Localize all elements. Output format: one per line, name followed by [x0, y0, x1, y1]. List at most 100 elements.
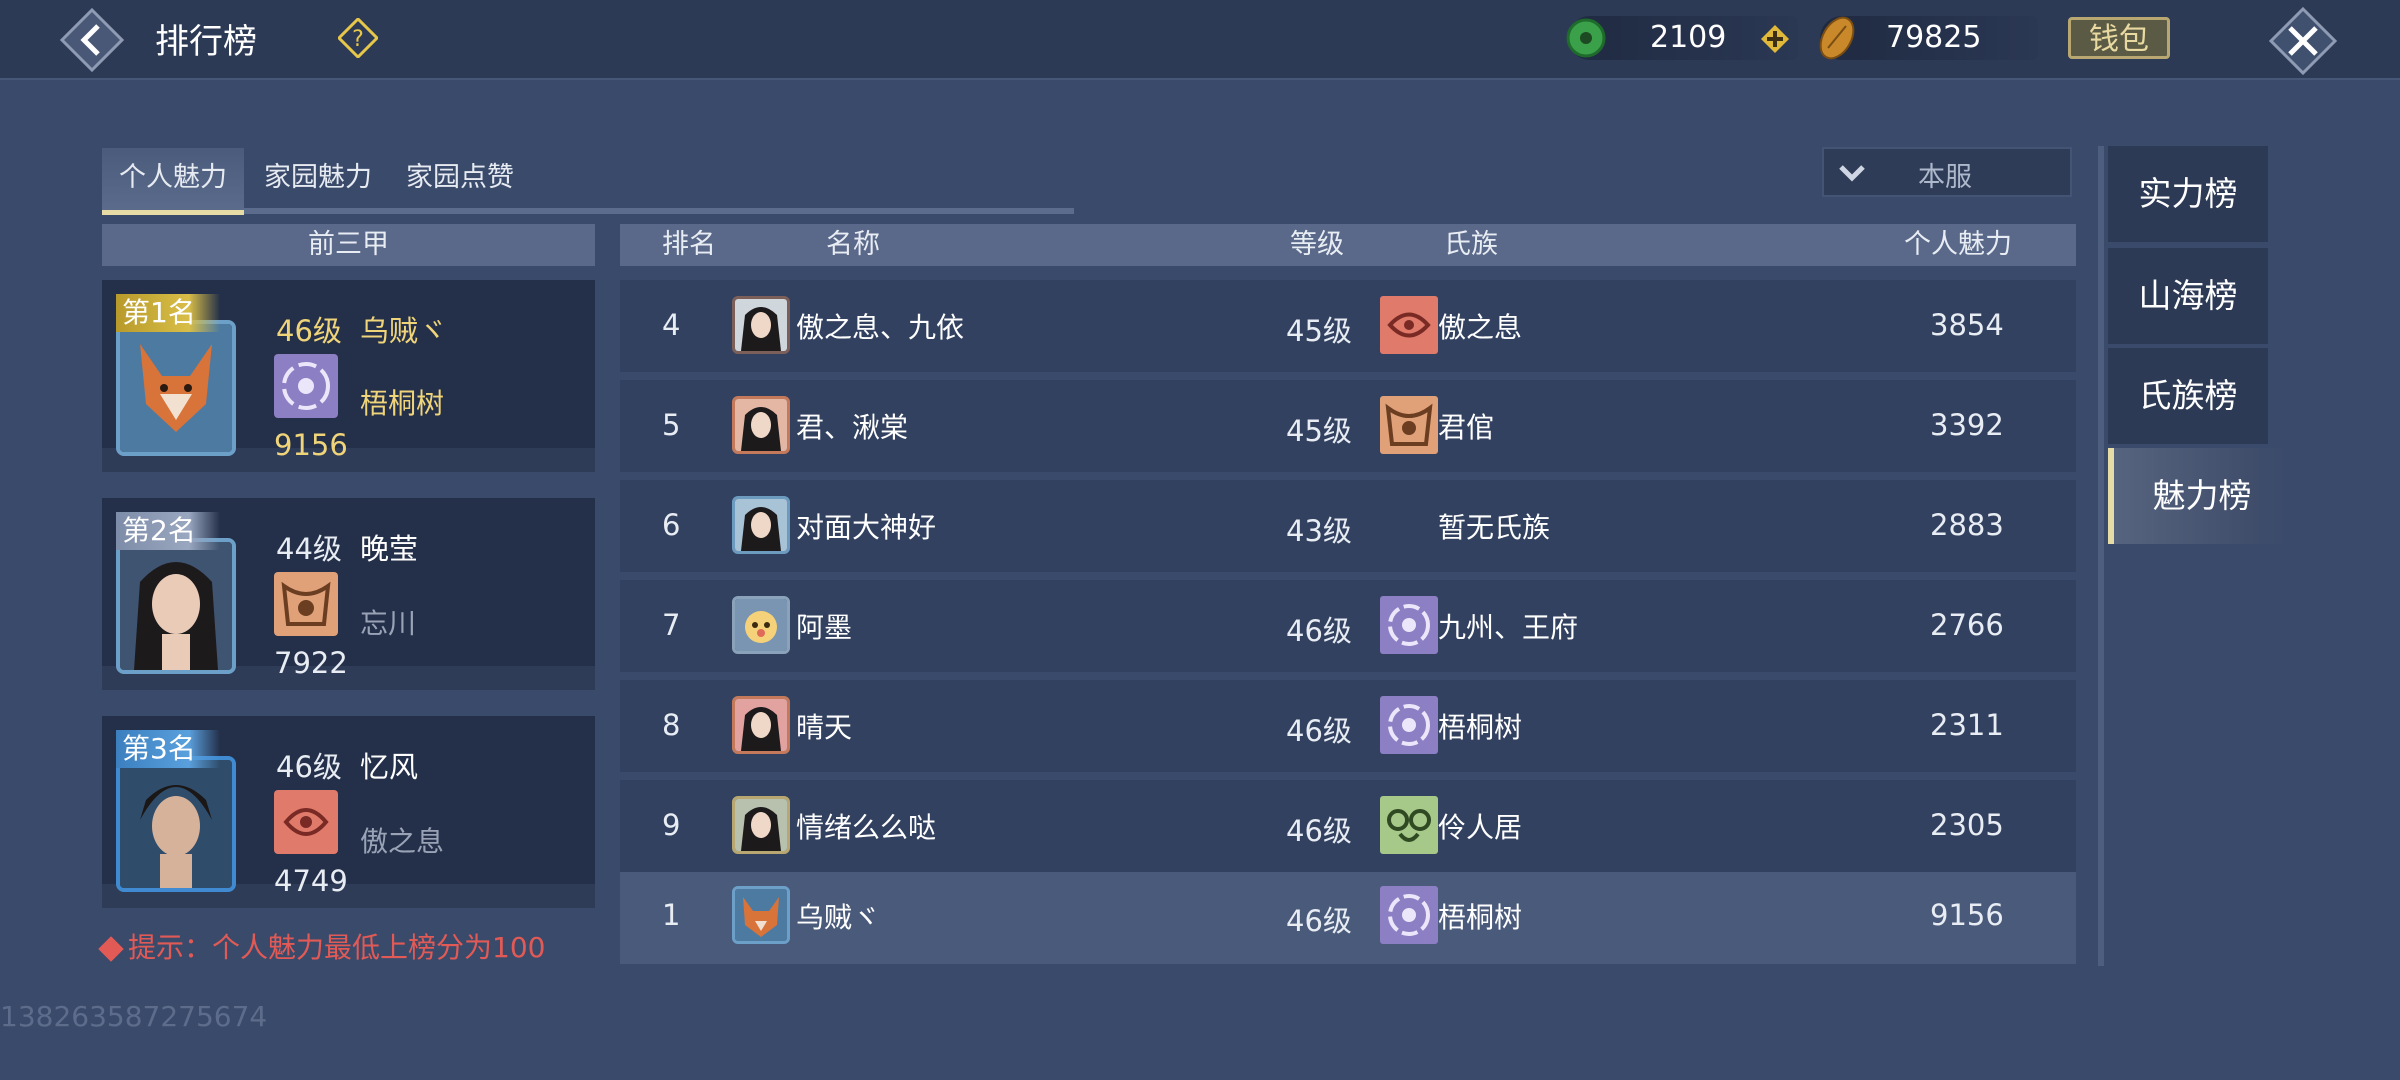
- avatar: [116, 320, 236, 456]
- gold-amount: 79825: [1886, 20, 1982, 55]
- table-row[interactable]: 9 情绪么么哒 46级 伶人居 2305: [620, 780, 2076, 872]
- female-avatar-icon: [735, 399, 787, 451]
- col-charm-header: 个人魅力: [1904, 229, 2012, 260]
- avatar: [116, 538, 236, 674]
- col-name-header: 名称: [826, 229, 880, 260]
- clan-cell: 傲之息: [1438, 311, 1523, 344]
- clan-cell: 梧桐树: [1438, 901, 1523, 934]
- clan-cell: 君倌: [1438, 411, 1495, 444]
- top3-card-3[interactable]: 第3名 46级 忆风 傲之息 4749: [102, 716, 595, 908]
- player-level: 44级: [276, 532, 342, 566]
- female-avatar-icon: [735, 499, 787, 551]
- clan-emblem: [1380, 886, 1438, 944]
- rank-cell: 4: [662, 308, 681, 342]
- side-tab-clan[interactable]: 氏族榜: [2108, 348, 2268, 444]
- help-button[interactable]: ?: [336, 16, 380, 60]
- top3-card-2[interactable]: 第2名 44级 晚莹 忘川 7922: [102, 498, 595, 690]
- avatar: [116, 756, 236, 892]
- rank-cell: 6: [662, 508, 681, 542]
- clan-name: 忘川: [360, 607, 417, 640]
- gold-ingot-icon: [1819, 16, 1855, 60]
- bull-emblem-icon: [1385, 403, 1433, 446]
- clan-cell: 暂无氏族: [1438, 511, 1551, 544]
- level-cell: 45级: [1286, 314, 1352, 348]
- player-avatar: [732, 496, 790, 554]
- level-cell: 46级: [1286, 814, 1352, 848]
- side-tab-shanhai[interactable]: 山海榜: [2108, 248, 2268, 344]
- top3-card-1[interactable]: 第1名 46级 乌贼ヾ 梧桐树 9156: [102, 280, 595, 472]
- table-row[interactable]: 5 君、湫棠 45级 君倌 3392: [620, 380, 2076, 472]
- player-name: 傲之息、九依: [796, 311, 965, 344]
- tab-personal-charm[interactable]: 个人魅力: [102, 148, 244, 215]
- page-title: 排行榜: [155, 22, 257, 62]
- fox-avatar-icon: [120, 324, 232, 452]
- top3-header: 前三甲: [102, 224, 595, 266]
- charm-cell: 2766: [1930, 608, 2004, 642]
- server-dropdown[interactable]: 本服: [1822, 147, 2072, 197]
- player-avatar: [732, 696, 790, 754]
- clan-emblem: [1380, 296, 1438, 354]
- rank-cell: 7: [662, 608, 681, 642]
- svg-text:?: ?: [352, 27, 364, 52]
- table-row[interactable]: 4 傲之息、九依 45级 傲之息 3854: [620, 280, 2076, 372]
- rank-badge: 第2名: [116, 512, 220, 550]
- player-name: 君、湫棠: [796, 411, 909, 444]
- level-cell: 43级: [1286, 514, 1352, 548]
- ranking-list-header: 排名 名称 等级 氏族 个人魅力: [620, 224, 2076, 266]
- close-button[interactable]: [2268, 6, 2338, 76]
- level-cell: 46级: [1286, 614, 1352, 648]
- player-name: 晴天: [796, 711, 853, 744]
- swirl-emblem-icon: [1388, 704, 1430, 746]
- table-row[interactable]: 7 阿墨 46级 九州、王府 2766: [620, 580, 2076, 672]
- female-avatar-icon: [735, 799, 787, 851]
- player-avatar: [732, 796, 790, 854]
- add-jade-icon[interactable]: [1760, 24, 1790, 54]
- clan-cell: 伶人居: [1438, 811, 1523, 844]
- player-level: 46级: [276, 750, 342, 784]
- my-rank-row[interactable]: 1 乌贼ヾ 46级 梧桐树 9156: [620, 872, 2076, 964]
- player-name: 晚莹: [360, 532, 419, 566]
- fox-avatar-icon: [735, 889, 787, 941]
- level-cell: 45级: [1286, 414, 1352, 448]
- col-level-header: 等级: [1290, 229, 1344, 260]
- rank-cell: 1: [662, 898, 681, 932]
- swirl-emblem-icon: [1388, 894, 1430, 936]
- table-row[interactable]: 6 对面大神好 43级 暂无氏族 2883: [620, 480, 2076, 572]
- player-name: 情绪么么哒: [796, 811, 937, 844]
- charm-score: 4749: [274, 864, 348, 898]
- side-tab-power[interactable]: 实力榜: [2108, 146, 2268, 242]
- charm-cell: 2305: [1930, 808, 2004, 842]
- tip-text: 提示：个人魅力最低上榜分为100: [98, 926, 545, 966]
- charm-cell: 2311: [1930, 708, 2004, 742]
- tab-home-likes[interactable]: 家园点赞: [394, 148, 526, 210]
- question-icon: ?: [336, 16, 380, 60]
- player-avatar: [732, 596, 790, 654]
- clan-cell: 九州、王府: [1438, 611, 1579, 644]
- dragon-emblem-icon: [283, 808, 329, 836]
- table-row[interactable]: 8 晴天 46级 梧桐树 2311: [620, 680, 2076, 772]
- player-name: 阿墨: [796, 611, 853, 644]
- rank-cell: 9: [662, 808, 681, 842]
- clan-emblem: [1380, 396, 1438, 454]
- clan-emblem: [1380, 696, 1438, 754]
- clan-name: 傲之息: [360, 825, 445, 858]
- rank-badge: 第1名: [116, 294, 220, 332]
- swirl-emblem-icon: [282, 362, 330, 410]
- jade-icon: [1566, 18, 1606, 58]
- tabs-underline: [102, 208, 1074, 214]
- charm-score: 7922: [274, 646, 348, 680]
- col-clan-header: 氏族: [1444, 229, 1498, 260]
- side-tab-charm[interactable]: 魅力榜: [2108, 448, 2290, 544]
- back-arrow-icon: [59, 7, 125, 73]
- col-rank-header: 排名: [662, 229, 716, 260]
- charm-score: 9156: [274, 428, 348, 462]
- user-id: 138263587275674: [0, 1000, 268, 1033]
- rank-badge: 第3名: [116, 730, 220, 768]
- close-icon: [2268, 6, 2338, 76]
- clan-name: 梧桐树: [360, 387, 445, 420]
- wallet-button[interactable]: 钱包: [2068, 17, 2170, 59]
- charm-cell: 2883: [1930, 508, 2004, 542]
- swirl-emblem-icon: [1388, 604, 1430, 646]
- tab-home-charm[interactable]: 家园魅力: [252, 148, 384, 210]
- back-button[interactable]: [59, 7, 125, 73]
